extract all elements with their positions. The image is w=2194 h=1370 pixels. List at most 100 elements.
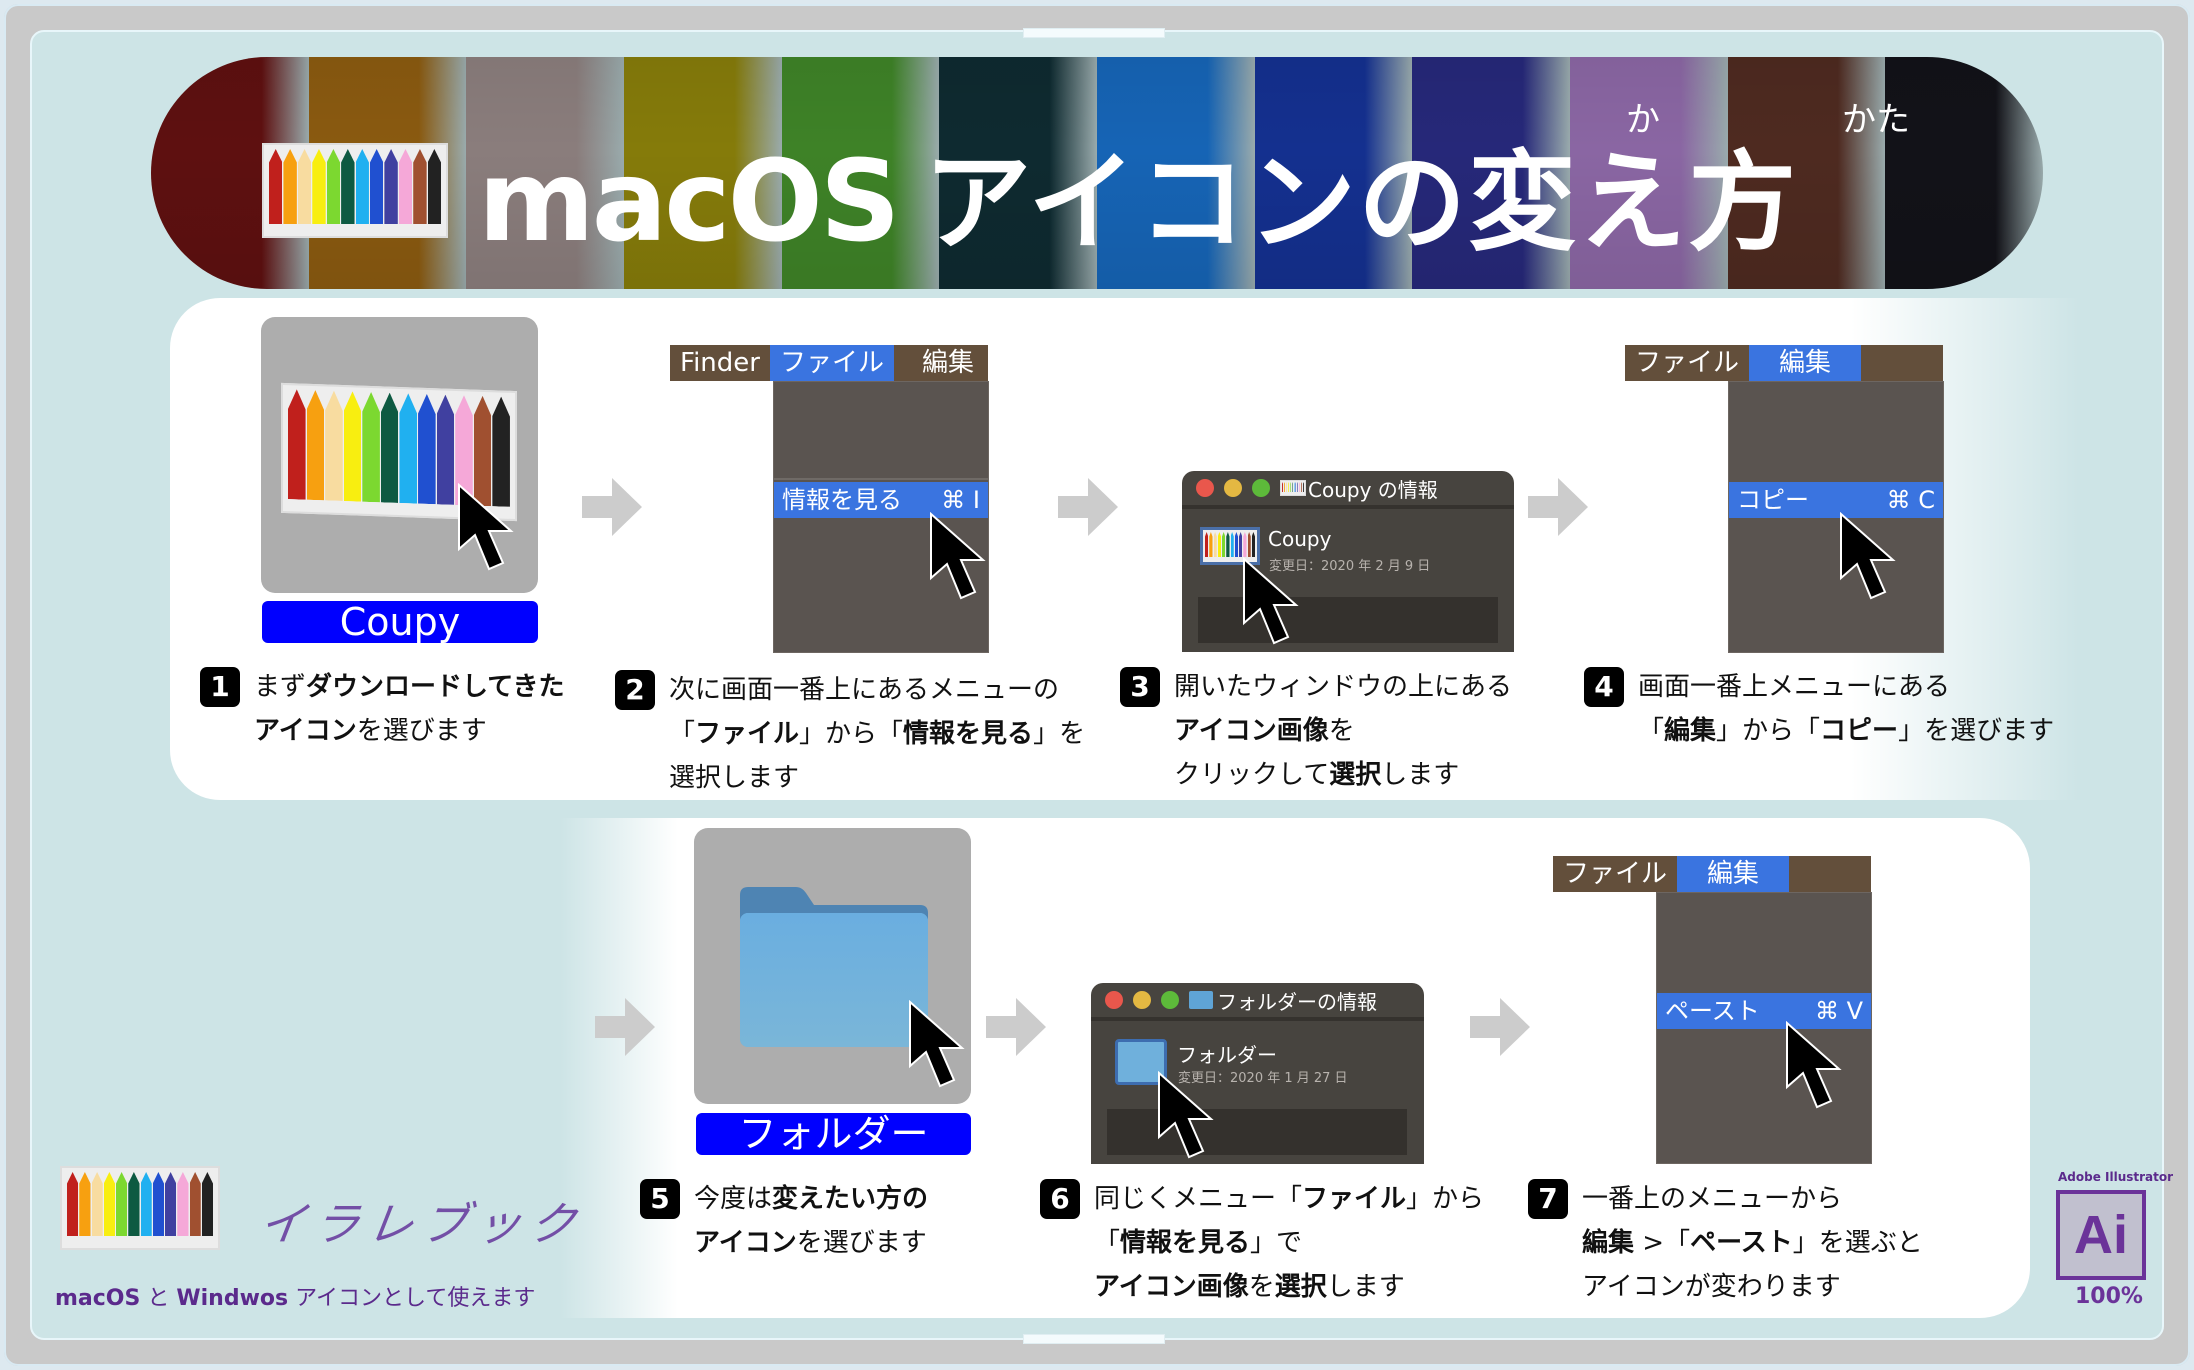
crayon: [177, 1172, 189, 1236]
crayon-box-logo: [262, 143, 448, 238]
instruction-text: 」を選ぶと: [1792, 1228, 1923, 1258]
menu-edit[interactable]: 編集: [1749, 345, 1862, 381]
window-title: フォルダーの情報: [1217, 989, 1377, 1014]
instruction-text: します: [1381, 760, 1460, 790]
menu-file[interactable]: ファイル: [769, 345, 894, 381]
next-arrow-icon: [1058, 478, 1118, 536]
instruction-text: を選びます: [356, 716, 487, 746]
instruction-text: 」から: [1406, 1184, 1485, 1214]
instruction-text: >「: [1634, 1228, 1691, 1258]
crayon: [437, 394, 455, 505]
ruby-kata: かた: [1842, 100, 1910, 140]
brand-tagline: macOS と Windwos アイコンとして使えます: [55, 1280, 535, 1312]
mouse-cursor-icon: [1243, 557, 1299, 645]
menu-finder[interactable]: Finder: [670, 345, 770, 381]
crayon: [67, 1172, 79, 1236]
crayon: [103, 1172, 115, 1236]
instruction-line: アイコンが変わります: [1582, 1265, 1923, 1309]
emphasis-text: アイコン: [254, 716, 357, 746]
instruction-line: アイコンを選びます: [694, 1221, 928, 1265]
emphasis-text: 選択: [1274, 1272, 1327, 1302]
crayon: [1209, 532, 1213, 557]
crayon: [201, 1172, 213, 1236]
zoom-button[interactable]: [1161, 991, 1179, 1009]
crayon: [1303, 482, 1305, 492]
crayon: [1283, 482, 1285, 492]
crayon: [326, 149, 341, 224]
emphasis-text: コピー: [1820, 716, 1899, 746]
zoom-level[interactable]: 100%: [2075, 1284, 2143, 1309]
crayon: [1222, 532, 1226, 557]
crayon: [1251, 532, 1255, 557]
crayon: [1295, 482, 1297, 492]
instruction-text: 同じくメニュー「: [1094, 1184, 1303, 1214]
coupy-icon-label[interactable]: Coupy: [262, 601, 538, 643]
emphasis-text: ファイル: [1302, 1184, 1407, 1214]
bottom-resize-handle[interactable]: [1023, 1334, 1165, 1344]
tagline-windows: Windwos: [176, 1286, 289, 1311]
illustrator-icon[interactable]: Ai: [2056, 1190, 2146, 1280]
crayon: [283, 149, 297, 224]
crayon: [140, 1172, 152, 1236]
step-3-badge: 3: [1120, 667, 1160, 707]
crayon: [189, 1172, 201, 1236]
crayon: [1243, 532, 1247, 557]
mouse-cursor-icon: [1840, 512, 1896, 600]
crayon: [362, 392, 380, 503]
folder-mini-icon: [1189, 991, 1213, 1009]
instruction-text: 」を選びます: [1898, 716, 2055, 746]
mouse-cursor-icon: [1158, 1071, 1214, 1159]
folder-icon-label[interactable]: フォルダー: [696, 1113, 971, 1155]
crayon: [1282, 482, 1283, 492]
close-button[interactable]: [1196, 479, 1214, 497]
coupy-icon-tile[interactable]: [261, 317, 538, 593]
menu-file[interactable]: ファイル: [1625, 345, 1749, 381]
menubar-step-4: ファイル 編集: [1625, 345, 1943, 381]
emphasis-text: 編集: [1582, 1228, 1635, 1258]
instruction-text: クリックして: [1174, 760, 1330, 790]
menu-edit[interactable]: 編集: [1677, 856, 1790, 892]
menu-edit[interactable]: 編集: [894, 345, 984, 381]
menu-file[interactable]: ファイル: [1553, 856, 1677, 892]
instruction-line: 開いたウィンドウの上にある: [1174, 665, 1512, 709]
crayon: [1301, 482, 1303, 492]
step-1-badge: 1: [200, 667, 240, 707]
crayon: [1205, 532, 1209, 557]
menu-item-label: 情報を見る: [782, 486, 902, 514]
instruction-text: 選択します: [669, 763, 800, 793]
crayon: [152, 1172, 164, 1236]
step-6-instruction: 6 同じくメニュー「ファイル」から 「情報を見る」で アイコン画像を選択します: [1040, 1177, 1484, 1309]
emphasis-text: アイコン画像: [1174, 716, 1329, 746]
window-titlebar: Coupy の情報: [1182, 471, 1514, 509]
next-arrow-icon: [1470, 998, 1530, 1056]
emphasis-text: ペースト: [1690, 1228, 1793, 1258]
instruction-text: 」を: [1033, 719, 1086, 749]
menu-item-copy[interactable]: コピー ⌘ C: [1729, 482, 1943, 518]
crayon: [384, 149, 398, 224]
minimize-button[interactable]: [1133, 991, 1151, 1009]
crayon: [413, 149, 427, 224]
crayon: [1285, 482, 1287, 492]
crayon: [128, 1172, 140, 1236]
folder-icon-tile[interactable]: [694, 828, 971, 1104]
crayon: [79, 1172, 91, 1236]
crayon: [288, 389, 306, 500]
top-resize-handle[interactable]: [1023, 28, 1165, 38]
crayon: [1289, 482, 1291, 492]
title-latin: macOS: [478, 137, 901, 267]
minimize-button[interactable]: [1224, 479, 1242, 497]
close-button[interactable]: [1105, 991, 1123, 1009]
instruction-text: 」から「: [799, 719, 904, 749]
step-7-badge: 7: [1528, 1179, 1568, 1219]
crayon: [91, 1172, 103, 1236]
next-arrow-icon: [582, 478, 642, 536]
instruction-text: 一番上のメニューから: [1582, 1184, 1843, 1214]
next-arrow-icon: [986, 998, 1046, 1056]
zoom-button[interactable]: [1252, 479, 1270, 497]
info-window-folder: フォルダーの情報 フォルダー 変更日：2020 年 1 月 27 日: [1091, 983, 1424, 1164]
emphasis-text: ダウンロードしてきた: [306, 672, 565, 702]
title-japanese: アイコンの変え方: [923, 141, 1799, 266]
file-menu-dropdown: 情報を見る ⌘ I: [773, 381, 989, 653]
instruction-line: 画面一番上メニューにある: [1638, 665, 2054, 709]
crayon: [1299, 482, 1301, 492]
